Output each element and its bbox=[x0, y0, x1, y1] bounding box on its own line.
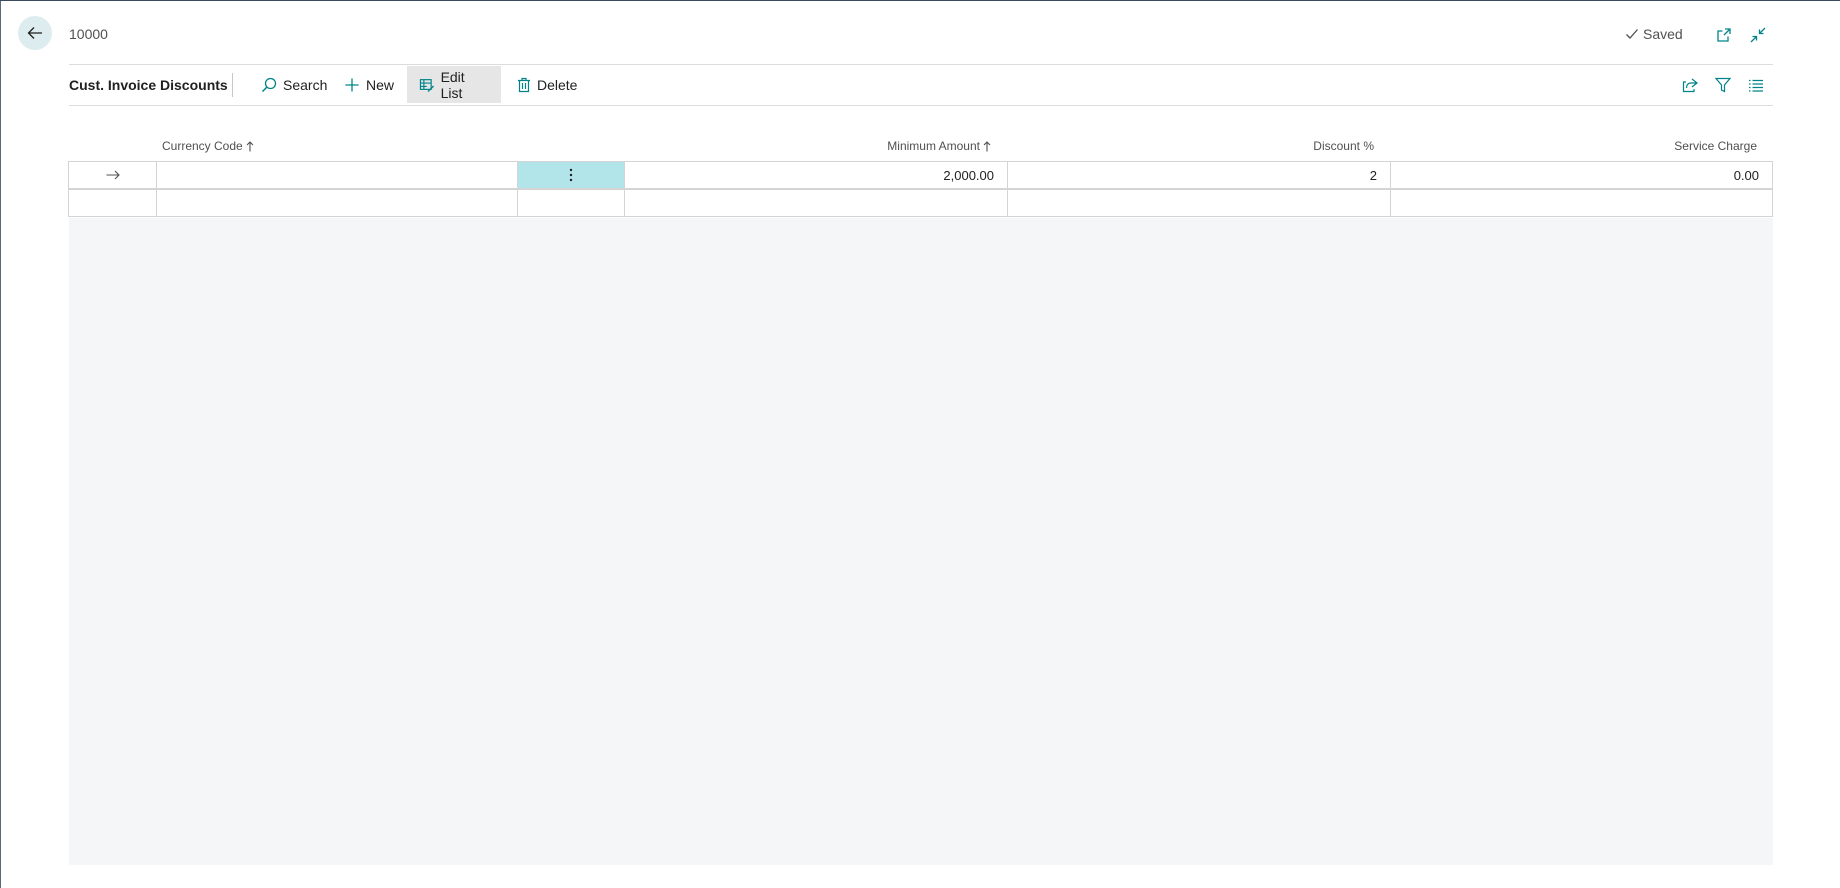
row-indicator-cell[interactable] bbox=[68, 189, 157, 217]
saved-status: Saved bbox=[1625, 26, 1683, 42]
page-caption: Cust. Invoice Discounts bbox=[69, 77, 228, 93]
open-in-new-window-button[interactable] bbox=[1714, 25, 1734, 45]
action-bar-separator bbox=[232, 73, 233, 97]
header-divider bbox=[69, 64, 1773, 65]
list-view-icon bbox=[1749, 79, 1763, 92]
discount-pct-cell[interactable] bbox=[1007, 189, 1391, 217]
minimum-amount-cell[interactable]: 2,000.00 bbox=[624, 161, 1008, 189]
collapse-icon bbox=[1750, 27, 1766, 43]
search-label: Search bbox=[283, 76, 328, 93]
window-edge bbox=[0, 1, 1, 888]
minimum-amount-header-label: Minimum Amount bbox=[887, 139, 980, 153]
share-icon bbox=[1682, 78, 1698, 93]
action-bar-divider bbox=[69, 105, 1773, 106]
ellipsis-vertical-icon bbox=[569, 168, 573, 182]
column-header-currency-code[interactable]: Currency Code bbox=[162, 139, 254, 153]
delete-button[interactable]: Delete bbox=[505, 66, 589, 103]
currency-code-header-label: Currency Code bbox=[162, 139, 243, 153]
plus-icon bbox=[345, 78, 359, 91]
back-button[interactable] bbox=[18, 16, 52, 50]
discount-pct-header-label: Discount % bbox=[1313, 139, 1374, 153]
minimum-amount-cell[interactable] bbox=[624, 189, 1008, 217]
arrow-right-icon bbox=[106, 170, 120, 180]
edit-list-button[interactable]: Edit List bbox=[407, 66, 501, 103]
table-row[interactable]: 2,000.00 2 0.00 bbox=[68, 161, 1773, 190]
open-in-new-window-icon bbox=[1717, 28, 1731, 42]
sort-ascending-icon bbox=[983, 140, 991, 151]
edit-list-icon bbox=[419, 78, 435, 92]
search-button[interactable]: Search bbox=[249, 66, 339, 103]
table-row[interactable] bbox=[68, 189, 1773, 218]
row-actions-cell[interactable] bbox=[517, 189, 625, 217]
trash-icon bbox=[518, 77, 530, 92]
checkmark-icon bbox=[1626, 29, 1638, 39]
share-button[interactable] bbox=[1680, 75, 1700, 95]
currency-code-cell[interactable] bbox=[156, 189, 518, 217]
record-title: 10000 bbox=[69, 26, 108, 42]
arrow-left-icon bbox=[27, 27, 42, 39]
delete-label: Delete bbox=[537, 76, 578, 93]
collapse-button[interactable] bbox=[1748, 25, 1768, 45]
row-indicator-cell[interactable] bbox=[68, 161, 157, 189]
discount-pct-cell[interactable]: 2 bbox=[1007, 161, 1391, 189]
filter-button[interactable] bbox=[1713, 75, 1733, 95]
service-charge-cell[interactable]: 0.00 bbox=[1390, 161, 1773, 189]
list-view-button[interactable] bbox=[1746, 75, 1766, 95]
sort-ascending-icon bbox=[246, 140, 254, 151]
row-actions-cell[interactable] bbox=[517, 161, 625, 189]
empty-list-area bbox=[69, 218, 1773, 865]
saved-label: Saved bbox=[1643, 26, 1683, 42]
new-button[interactable]: New bbox=[332, 66, 406, 103]
column-header-service-charge[interactable]: Service Charge bbox=[1674, 139, 1757, 153]
column-header-discount-pct[interactable]: Discount % bbox=[1313, 139, 1374, 153]
discounts-grid: 2,000.00 2 0.00 bbox=[68, 161, 1773, 218]
currency-code-cell[interactable] bbox=[156, 161, 518, 189]
service-charge-header-label: Service Charge bbox=[1674, 139, 1757, 153]
edit-list-label: Edit List bbox=[440, 68, 465, 101]
column-header-minimum-amount[interactable]: Minimum Amount bbox=[887, 139, 991, 153]
new-label: New bbox=[366, 76, 395, 93]
service-charge-cell[interactable] bbox=[1390, 189, 1773, 217]
search-icon bbox=[261, 77, 277, 92]
filter-icon bbox=[1715, 77, 1731, 93]
